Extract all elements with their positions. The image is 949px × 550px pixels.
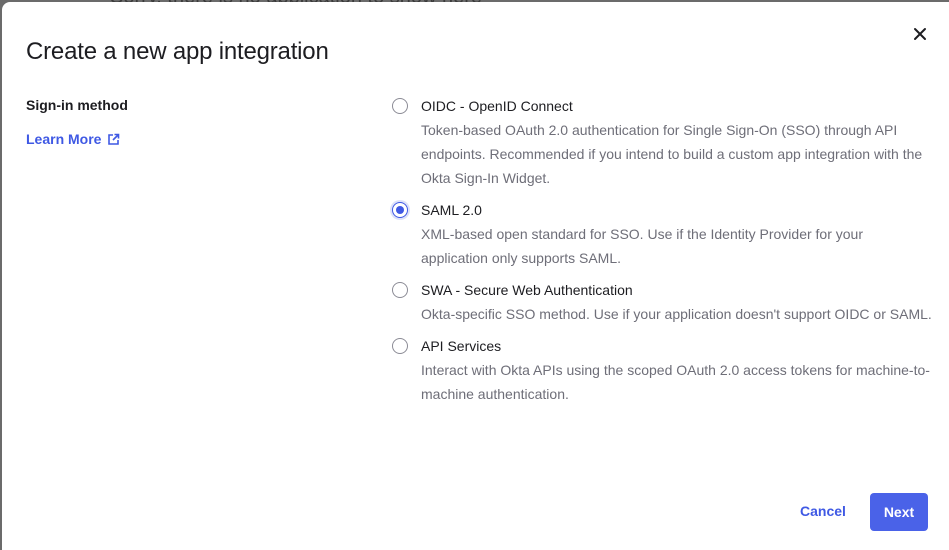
learn-more-label: Learn More [26,131,102,147]
close-button[interactable] [908,22,932,46]
option-saml: SAML 2.0 XML-based open standard for SSO… [392,200,932,270]
cancel-button[interactable]: Cancel [788,492,858,530]
option-api-services-label[interactable]: API Services [421,336,932,356]
option-oidc-description: Token-based OAuth 2.0 authentication for… [421,122,923,186]
learn-more-link[interactable]: Learn More [26,131,120,147]
radio-oidc[interactable] [392,98,408,114]
option-saml-description: XML-based open standard for SSO. Use if … [421,226,863,266]
option-swa-label[interactable]: SWA - Secure Web Authentication [421,280,932,300]
option-saml-label[interactable]: SAML 2.0 [421,200,932,220]
close-icon [914,28,926,40]
option-oidc: OIDC - OpenID Connect Token-based OAuth … [392,96,932,190]
sign-in-method-radio-group: OIDC - OpenID Connect Token-based OAuth … [392,96,932,416]
radio-swa[interactable] [392,282,408,298]
option-oidc-label[interactable]: OIDC - OpenID Connect [421,96,932,116]
external-link-icon [108,133,120,145]
dialog-title: Create a new app integration [26,38,329,65]
radio-api-services[interactable] [392,338,408,354]
option-api-services-description: Interact with Okta APIs using the scoped… [421,362,930,402]
option-swa-description: Okta-specific SSO method. Use if your ap… [421,306,932,322]
create-app-integration-dialog: Create a new app integration Sign-in met… [2,2,949,550]
option-api-services: API Services Interact with Okta APIs usi… [392,336,932,406]
option-swa: SWA - Secure Web Authentication Okta-spe… [392,280,932,326]
next-button[interactable]: Next [870,493,928,531]
radio-saml[interactable] [392,202,408,218]
sign-in-method-label: Sign-in method [26,97,128,113]
